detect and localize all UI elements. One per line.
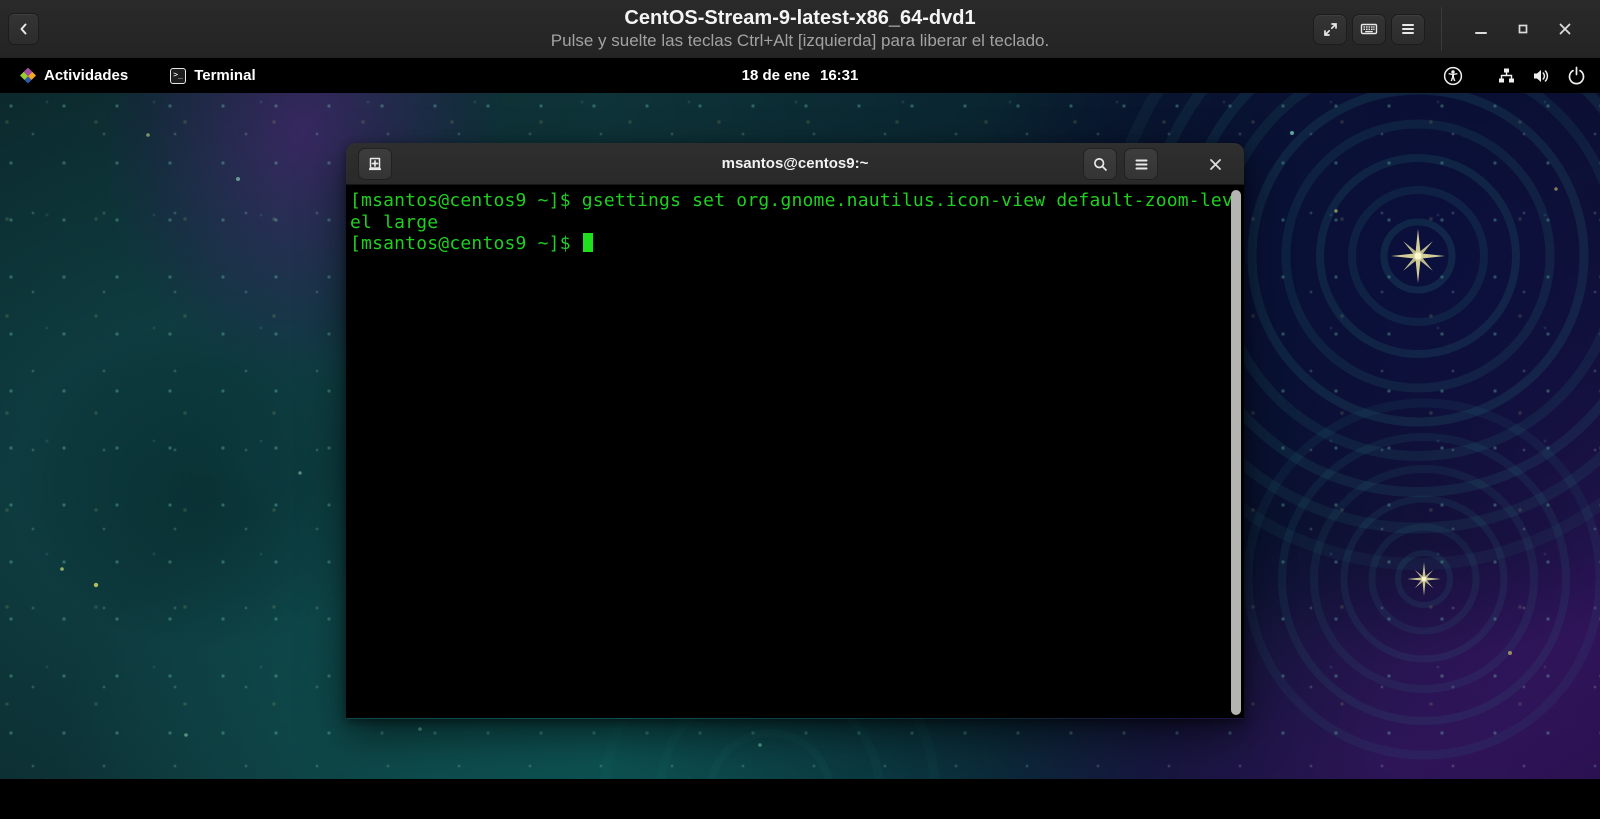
vm-window-subtitle: Pulse y suelte las teclas Ctrl+Alt [izqu…: [551, 30, 1049, 52]
minimize-icon: [1473, 21, 1489, 37]
activities-button[interactable]: Actividades: [10, 58, 138, 93]
maximize-button[interactable]: [1506, 12, 1540, 46]
terminal-screen[interactable]: [msantos@centos9 ~]$ gsettings set org.g…: [346, 185, 1244, 718]
back-icon: [16, 21, 32, 37]
terminal-cursor: [583, 233, 593, 252]
titlebar-separator: [1441, 7, 1442, 51]
system-status-area: [1443, 58, 1586, 93]
terminal-search-button[interactable]: [1083, 148, 1117, 180]
viewer-menu-button[interactable]: [1391, 14, 1425, 45]
new-tab-button[interactable]: [358, 148, 392, 180]
clock-date: 18 de ene: [742, 67, 810, 84]
terminal-window: msantos@centos9:~: [346, 143, 1244, 719]
maximize-icon: [1515, 21, 1531, 37]
network-wired-icon: [1497, 66, 1516, 85]
activities-label: Actividades: [44, 67, 128, 84]
focused-app-label: Terminal: [194, 67, 255, 84]
hamburger-menu-icon: [1134, 158, 1149, 171]
terminal-app-icon: >_: [170, 68, 186, 84]
star-sparkle-large: [1388, 226, 1448, 286]
menu-icon: [1400, 22, 1416, 36]
terminal-scrollbar-thumb[interactable]: [1231, 190, 1241, 715]
viewer-titlebar: CentOS-Stream-9-latest-x86_64-dvd1 Pulse…: [0, 0, 1600, 58]
terminal-menu-button[interactable]: [1124, 148, 1158, 180]
close-window-button[interactable]: [1548, 12, 1582, 46]
close-icon: [1208, 157, 1223, 172]
centos-logo-icon: [20, 68, 36, 84]
accessibility-icon: [1443, 66, 1463, 86]
power-icon: [1567, 66, 1586, 85]
volume-icon: [1531, 66, 1551, 86]
new-tab-icon: [366, 155, 384, 173]
terminal-headerbar[interactable]: msantos@centos9:~: [346, 143, 1244, 185]
clock-button[interactable]: 18 de ene 16:31: [742, 67, 859, 84]
terminal-prompt: [msantos@centos9 ~]$: [350, 233, 582, 254]
power-menu-button[interactable]: [1566, 64, 1586, 88]
clock-time: 16:31: [820, 67, 858, 84]
network-menu-button[interactable]: [1496, 64, 1516, 88]
search-icon: [1092, 156, 1109, 173]
bottom-letterbox-bar: [0, 779, 1600, 819]
terminal-prompt-line: [msantos@centos9 ~]$: [350, 233, 1228, 255]
fullscreen-icon: [1322, 21, 1339, 38]
close-icon: [1557, 21, 1573, 37]
terminal-output-line: el large: [350, 212, 1228, 234]
desktop-wallpaper: msantos@centos9:~: [0, 93, 1600, 779]
terminal-output-line: [msantos@centos9 ~]$ gsettings set org.g…: [350, 190, 1228, 212]
vm-window-title: CentOS-Stream-9-latest-x86_64-dvd1: [624, 6, 975, 30]
gnome-top-bar: Actividades >_ Terminal 18 de ene 16:31: [0, 58, 1600, 93]
terminal-close-button[interactable]: [1200, 148, 1230, 180]
focused-app-menu[interactable]: >_ Terminal: [160, 58, 265, 93]
keyboard-button[interactable]: [1352, 14, 1386, 45]
fullscreen-button[interactable]: [1313, 14, 1347, 45]
volume-menu-button[interactable]: [1531, 64, 1551, 88]
back-button[interactable]: [8, 13, 39, 45]
accessibility-menu-button[interactable]: [1443, 64, 1463, 88]
keyboard-icon: [1360, 20, 1378, 38]
minimize-button[interactable]: [1464, 12, 1498, 46]
star-sparkle-small: [1406, 561, 1443, 598]
